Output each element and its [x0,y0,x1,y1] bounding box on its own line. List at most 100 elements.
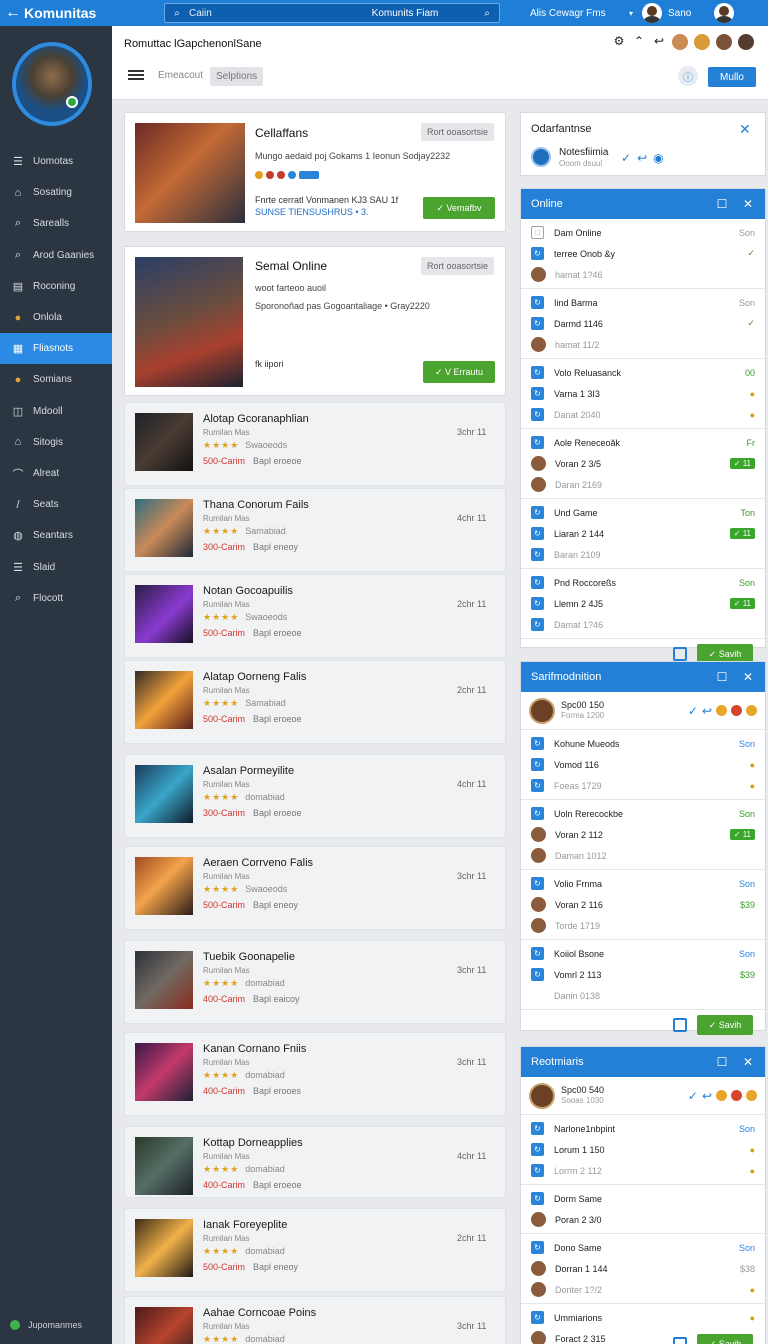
card-line[interactable]: ↻ Und Game Ton [521,502,765,523]
verify-button[interactable]: ✓ V Errautu [423,361,495,383]
sidebar-item-0[interactable]: ☰ Uomotas [0,146,112,177]
save-button[interactable]: ✓ Savih [697,1015,753,1035]
card-line[interactable]: ↻ Iind Barma Son [521,292,765,313]
card-line[interactable]: Dorran 1 144 $38 [521,1258,765,1279]
card-line[interactable]: Daman 1012 [521,845,765,866]
link-icon[interactable]: ↻ [531,1143,544,1156]
link-icon[interactable]: ↻ [531,779,544,792]
list-item[interactable]: Kanan Cornano Fniis Rumilan Mas ★★★★ domabi… [124,1032,506,1116]
link-icon[interactable]: ↻ [531,1122,544,1135]
close-icon[interactable]: ✕ [739,121,751,138]
sidebar-item-4[interactable]: ▤ Roconing [0,271,112,302]
link-icon[interactable]: ↻ [531,436,544,449]
link-icon[interactable]: ↻ [531,527,544,540]
avatar[interactable] [694,34,710,50]
avatar[interactable] [531,456,546,471]
list-item[interactable]: Alatap Oorneng Falis Rumilan Mas ★★★★ Samab… [124,660,506,744]
featured-tag[interactable]: Rort ooasortsie [421,123,495,141]
verify-button[interactable]: ✓ Vemafbv [423,197,495,219]
list-item[interactable]: Aeraen Corrveno Falis Rumilan Mas ★★★★ Swao… [124,846,506,930]
user-row[interactable]: Spc00 540 Sooas 1030 ✓ ↩ [521,1077,765,1115]
card-line[interactable]: ↻ terree Onob &y ✓ [521,243,765,264]
status-badge[interactable]: ✓ 11 [729,829,755,840]
primary-button[interactable]: Mullo [708,67,756,87]
link-icon[interactable]: ↻ [531,968,544,981]
featured-tag[interactable]: Rort ooasortsie [421,257,495,275]
avatar[interactable] [714,3,734,23]
list-item[interactable]: Notan Gocoapuilis Rumilan Mas ★★★★ Swaoeods… [124,574,506,658]
link-icon[interactable]: ↻ [531,247,544,260]
list-item[interactable]: Alotap Gcoranaphlian Rumilan Mas ★★★★ Swaoe… [124,402,506,486]
card-line[interactable]: ↻ Narlone1nbpint Son [521,1118,765,1139]
link-icon[interactable]: ↻ [531,1192,544,1205]
avatar[interactable] [672,34,688,50]
back-arrow-icon[interactable]: ← [5,4,21,22]
card-line[interactable]: ↻ Volo Reluasanck 00 [521,362,765,383]
card-line[interactable]: ↻ Vomod 116 ● [521,754,765,775]
link-icon[interactable]: ↻ [531,296,544,309]
reply-icon[interactable]: ↩ [652,34,666,48]
card-line[interactable]: ↻ Foeas 1729 ● [521,775,765,796]
status-badge[interactable]: ✓ 11 [729,528,755,539]
link-icon[interactable]: ↻ [531,1164,544,1177]
sidebar-item-7[interactable]: ● Somians [0,364,112,395]
card-line[interactable]: ↻ Ummiarions ● [521,1307,765,1328]
card-line[interactable]: Voran 2 116 $39 [521,894,765,915]
card-line[interactable]: Daran 2169 [521,474,765,495]
link-icon[interactable]: ↻ [531,387,544,400]
user-row[interactable]: Spc00 150 Forma 1200 ✓ ↩ [521,692,765,730]
reply-icon[interactable]: ↩ [702,1089,712,1103]
card-line[interactable]: ↻ Koiiol Bsone Son [521,943,765,964]
link-icon[interactable]: ↻ [531,807,544,820]
caret-down-icon[interactable]: ▾ [624,9,638,18]
reaction-icon[interactable] [731,1090,742,1101]
calendar-icon[interactable] [673,1337,687,1344]
card-line[interactable]: Voran 2 3/5 ✓ 11 [521,453,765,474]
reaction-icon[interactable] [746,705,757,716]
link-icon[interactable]: ↻ [531,597,544,610]
calendar-icon[interactable] [673,647,687,661]
card-line[interactable]: ↻ Danat 2040 ● [521,404,765,425]
card-line[interactable]: ↻ Volio Frnma Son [521,873,765,894]
sidebar-item-8[interactable]: ◫ Mdooll [0,396,112,427]
close-icon[interactable]: ✕ [741,670,755,684]
avatar[interactable] [531,918,546,933]
avatar[interactable] [531,848,546,863]
link-icon[interactable]: ↻ [531,506,544,519]
status-badge[interactable]: ✓ 11 [729,458,755,469]
avatar[interactable] [531,267,546,282]
avatar[interactable] [531,897,546,912]
reply-icon[interactable]: ↩ [702,704,712,718]
card-line[interactable]: ↻ Dono Same Son [521,1237,765,1258]
card-line[interactable]: ↻ Llemn 2 4J5 ✓ 11 [521,593,765,614]
user-name[interactable]: Sano [668,8,704,19]
avatar[interactable] [529,697,555,724]
check-circle-icon[interactable]: ◉ [653,151,663,165]
featured-card[interactable]: Semal Online Rort ooasortsie woot farteo… [124,246,506,396]
link-icon[interactable]: ↻ [531,408,544,421]
card-line[interactable]: ↻ Darmd 1146 ✓ [521,313,765,334]
menu-icon[interactable] [128,70,144,80]
calendar-icon[interactable] [673,1018,687,1032]
status-badge[interactable]: ✓ 11 [729,598,755,609]
avatar[interactable] [716,34,732,50]
save-button[interactable]: ✓ Savih [697,1334,753,1344]
card-line[interactable]: ↻ Dorm Same [521,1188,765,1209]
featured-card[interactable]: Cellaffans Rort ooasortsie Mungo aedaid … [124,112,506,232]
list-item[interactable]: Thana Conorum Fails Rumilan Mas ★★★★ Samabi… [124,488,506,572]
link-icon[interactable]: ↻ [531,758,544,771]
avatar[interactable] [531,1261,546,1276]
app-brand[interactable]: Komunitas [24,5,150,21]
card-line[interactable]: ↻ Kohune Mueods Son [521,733,765,754]
check-icon[interactable]: ✓ [688,1089,698,1103]
gear-icon[interactable]: ⚙ [612,34,626,48]
checkbox-icon[interactable]: □ [531,226,544,239]
card-line[interactable]: hamat 1?46 [521,264,765,285]
avatar[interactable] [531,827,546,842]
featured-tags-link[interactable]: SUNSE TIENSUSHRUS • 3. [255,207,369,217]
avatar[interactable] [529,1082,555,1109]
card-line[interactable]: Torde 1719 [521,915,765,936]
card-line[interactable]: ↻ Varna 1 3I3 ● [521,383,765,404]
tab-selptions[interactable]: Selptions [210,67,264,86]
link-icon[interactable]: ↻ [531,548,544,561]
